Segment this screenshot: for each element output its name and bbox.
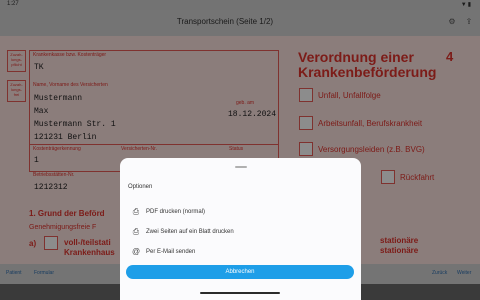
option-two-pages-print[interactable]: ⎙ Zwei Seiten auf ein Blatt drucken xyxy=(120,223,361,243)
option-label: PDF drucken (normal) xyxy=(146,209,206,215)
printer-icon: ⎙ xyxy=(132,207,140,216)
option-label: Per E-Mail senden xyxy=(146,249,196,255)
cancel-button[interactable]: Abbrechen xyxy=(126,265,354,279)
at-icon: @ xyxy=(132,247,141,256)
gesture-bar xyxy=(200,292,280,294)
printer-icon: ⎙ xyxy=(132,227,140,236)
sheet-title: Optionen xyxy=(128,184,153,190)
option-label: Zwei Seiten auf ein Blatt drucken xyxy=(146,229,234,235)
drag-handle[interactable] xyxy=(235,166,247,168)
option-pdf-print[interactable]: ⎙ PDF drucken (normal) xyxy=(120,203,361,223)
option-email[interactable]: @ Per E-Mail senden xyxy=(120,243,361,263)
options-bottom-sheet: Optionen ⎙ PDF drucken (normal) ⎙ Zwei S… xyxy=(120,158,361,300)
